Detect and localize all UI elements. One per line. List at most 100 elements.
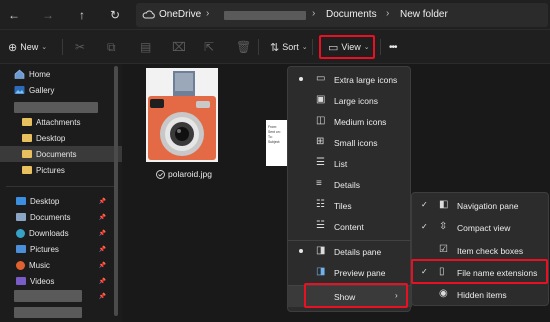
sidebar-item-attachments[interactable]: Attachments — [0, 114, 122, 130]
cloud-icon — [142, 10, 155, 19]
show-item-highlight — [304, 283, 408, 308]
sidebar-item-pictures[interactable]: Pictures — [0, 162, 122, 178]
details-pane-icon: ◨ — [316, 245, 326, 256]
divider — [62, 39, 63, 55]
sidebar-item-documents-pinned[interactable]: Documents 📌 — [0, 209, 122, 225]
extra-large-icons-icon: ▭ — [316, 73, 326, 84]
trash-icon: 🗑 — [236, 40, 252, 54]
submenu-item-compact-view[interactable]: ✓ ⇳ Compact view — [412, 216, 550, 238]
divider — [6, 186, 114, 187]
sidebar-item-label: Gallery — [29, 85, 55, 95]
downloads-icon — [16, 228, 25, 238]
chevron-right-icon: › — [312, 8, 316, 19]
new-button[interactable]: ⊕ New ⌄ — [8, 38, 47, 56]
sidebar-item-label: Desktop — [36, 133, 66, 143]
breadcrumb-onedrive[interactable]: OneDrive — [159, 9, 201, 20]
sidebar-item-desktop[interactable]: Desktop — [0, 130, 122, 146]
submenu-item-hidden-items[interactable]: ◉ Hidden items — [412, 283, 550, 305]
rename-button[interactable]: ⌧ — [172, 38, 186, 56]
forward-arrow-icon[interactable]: → — [40, 7, 56, 23]
sidebar-item-home[interactable]: Home — [0, 66, 122, 82]
chevron-right-icon: › — [386, 8, 390, 19]
menu-item-tiles[interactable]: ☷ Tiles — [288, 195, 412, 216]
sidebar-scrollbar[interactable] — [114, 66, 118, 316]
menu-item-large-icons[interactable]: ▣ Large icons — [288, 90, 412, 111]
menu-item-extra-large-icons[interactable]: ▭ Extra large icons — [288, 69, 412, 90]
sidebar-item-videos-pinned[interactable]: Videos 📌 — [0, 273, 122, 289]
blurred-sidebar-item — [14, 290, 82, 302]
hidden-items-icon: ◉ — [439, 288, 448, 299]
sidebar-item-label: Documents — [30, 212, 71, 222]
large-icons-icon: ▣ — [316, 94, 326, 105]
divider — [380, 39, 381, 55]
file-item-polaroid[interactable] — [146, 68, 218, 164]
sidebar-item-label: Home — [29, 69, 51, 79]
pictures-icon — [16, 245, 26, 253]
sidebar-item-desktop-pinned[interactable]: Desktop 📌 — [0, 193, 122, 209]
up-arrow-icon[interactable]: ↑ — [74, 7, 90, 23]
compact-view-icon: ⇳ — [439, 221, 448, 232]
music-icon — [16, 260, 25, 270]
view-menu: ▭ Extra large icons ▣ Large icons ◫ Medi… — [287, 66, 412, 312]
paste-button[interactable]: ▤ — [140, 38, 151, 56]
menu-item-content[interactable]: ☱ Content — [288, 216, 412, 237]
refresh-icon[interactable]: ↻ — [107, 7, 123, 23]
share-button[interactable]: ⇱ — [204, 38, 214, 56]
documents-icon — [16, 213, 26, 221]
sort-icon: ⇅ — [270, 41, 280, 54]
item-check-boxes-icon: ☑ — [439, 244, 448, 255]
sidebar-item-label: Music — [29, 260, 50, 270]
pin-icon: 📌 — [98, 230, 106, 237]
menu-item-medium-icons[interactable]: ◫ Medium icons — [288, 111, 412, 132]
sidebar-item-gallery[interactable]: Gallery — [0, 82, 122, 98]
sidebar-item-label: Downloads — [29, 228, 69, 238]
file-label-polaroid[interactable]: polaroid.jpg — [156, 168, 212, 180]
sidebar-item-documents[interactable]: Documents — [0, 146, 122, 162]
sync-status-icon — [156, 169, 165, 179]
sidebar-item-downloads-pinned[interactable]: Downloads 📌 — [0, 225, 122, 241]
list-icon: ☰ — [316, 157, 325, 168]
rename-icon: ⌧ — [172, 40, 186, 54]
breadcrumb-documents[interactable]: Documents — [326, 9, 377, 20]
sort-button[interactable]: ⇅ Sort ⌄ — [270, 38, 308, 56]
command-bar: ⊕ New ⌄ ✂ ⧉ ▤ ⌧ ⇱ 🗑 ⇅ Sort ⌄ ▭ View ⌄ ••… — [0, 30, 550, 64]
chevron-right-icon: › — [206, 8, 210, 19]
submenu-item-item-check-boxes[interactable]: ☑ Item check boxes — [412, 239, 550, 261]
folder-icon — [22, 134, 32, 142]
copy-icon: ⧉ — [107, 39, 116, 54]
pin-icon: 📌 — [98, 262, 106, 269]
sort-label: Sort — [282, 42, 299, 52]
sidebar-item-pictures-pinned[interactable]: Pictures 📌 — [0, 241, 122, 257]
menu-item-preview-pane[interactable]: ◨ Preview pane — [288, 262, 412, 283]
cut-button[interactable]: ✂ — [75, 38, 85, 56]
menu-item-details-pane[interactable]: ◨ Details pane — [288, 241, 412, 262]
submenu-item-navigation-pane[interactable]: ✓ ◧ Navigation pane — [412, 194, 550, 216]
chevron-down-icon: ⌄ — [41, 44, 48, 51]
file-name-extensions-highlight — [411, 259, 548, 284]
selected-bullet-icon — [299, 77, 303, 81]
menu-item-small-icons[interactable]: ⊞ Small icons — [288, 132, 412, 153]
home-icon — [14, 69, 25, 79]
more-options-button[interactable]: ••• — [389, 38, 397, 56]
navigation-pane: Home Gallery Attachments Desktop Documen… — [0, 64, 122, 322]
tiles-icon: ☷ — [316, 199, 325, 210]
show-submenu: ✓ ◧ Navigation pane ✓ ⇳ Compact view ☑ I… — [411, 192, 549, 306]
menu-item-details[interactable]: ≡ Details — [288, 174, 412, 195]
delete-button[interactable]: 🗑 — [236, 38, 251, 56]
sidebar-item-music-pinned[interactable]: Music 📌 — [0, 257, 122, 273]
videos-icon — [16, 277, 26, 285]
pin-icon: 📌 — [98, 246, 106, 253]
breadcrumb-new-folder[interactable]: New folder — [400, 9, 448, 20]
folder-icon — [22, 150, 32, 158]
copy-button[interactable]: ⧉ — [107, 38, 116, 56]
chevron-down-icon: ⌄ — [301, 44, 308, 51]
email-preview-text: From: Sent on: To: Subject: — [268, 125, 281, 144]
back-arrow-icon[interactable]: ← — [6, 7, 22, 23]
sidebar-item-label: Desktop — [30, 196, 60, 206]
menu-item-list[interactable]: ☰ List — [288, 153, 412, 174]
pin-icon: 📌 — [98, 198, 106, 205]
cut-icon: ✂ — [75, 40, 86, 54]
gallery-icon — [14, 86, 25, 94]
breadcrumb[interactable]: OneDrive › › Documents › New folder — [136, 3, 548, 27]
sidebar-item-label: Pictures — [36, 165, 65, 175]
